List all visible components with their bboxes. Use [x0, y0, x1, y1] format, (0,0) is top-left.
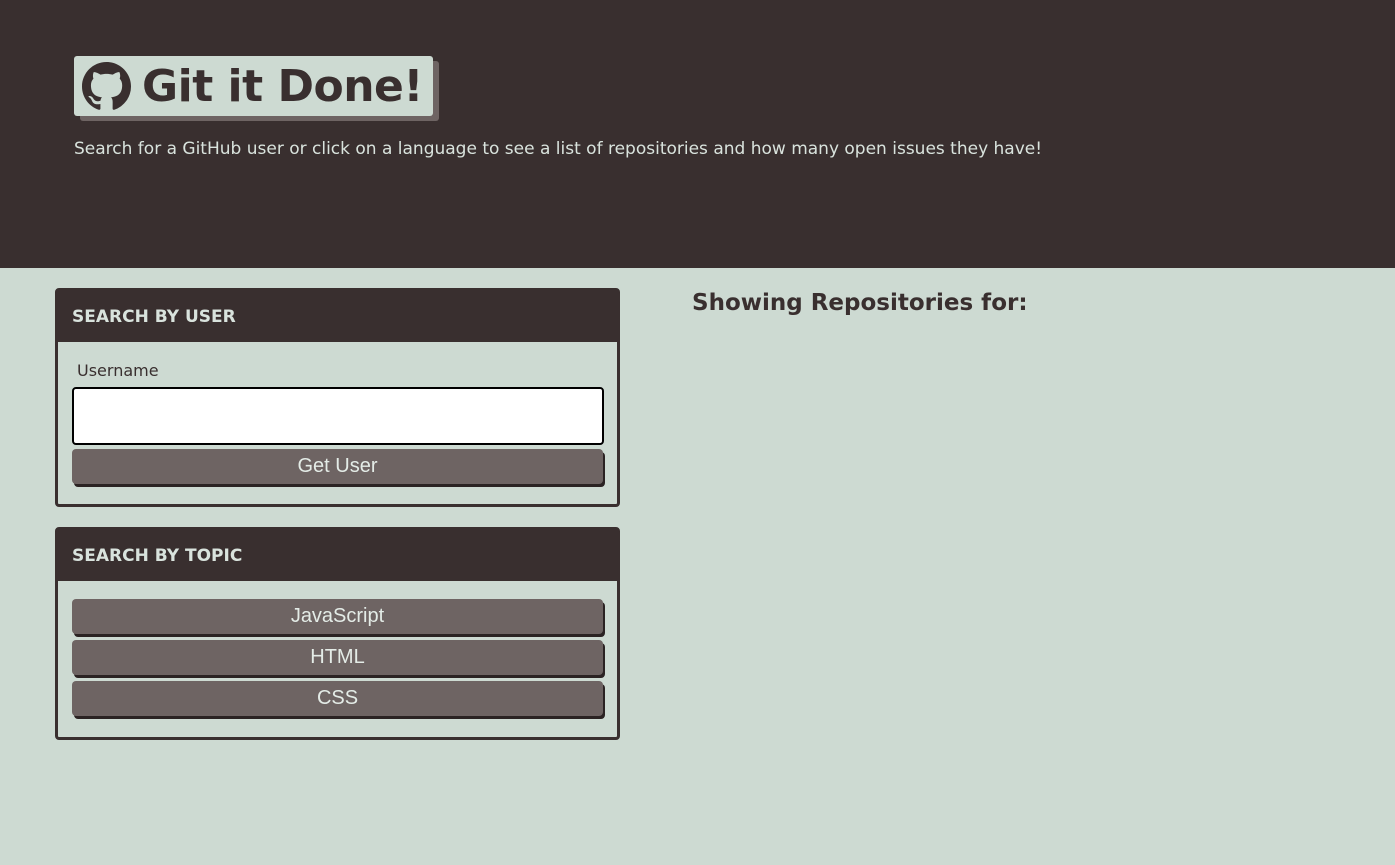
- search-by-user-heading: SEARCH BY USER: [58, 291, 617, 342]
- repositories-heading: Showing Repositories for:: [692, 290, 1028, 316]
- search-by-user-card: SEARCH BY USER Username Get User: [55, 288, 620, 507]
- app-subtitle: Search for a GitHub user or click on a l…: [74, 139, 1043, 159]
- language-button-html[interactable]: HTML: [72, 640, 603, 675]
- username-input[interactable]: [72, 387, 604, 445]
- search-by-topic-heading: SEARCH BY TOPIC: [58, 530, 617, 581]
- username-label: Username: [77, 361, 159, 380]
- language-button-css[interactable]: CSS: [72, 681, 603, 716]
- search-by-topic-card: SEARCH BY TOPIC JavaScript HTML CSS: [55, 527, 620, 740]
- brand-badge: Git it Done!: [74, 56, 433, 116]
- app-title: Git it Done!: [142, 60, 423, 112]
- language-button-javascript[interactable]: JavaScript: [72, 599, 603, 634]
- hero-header: Git it Done! Search for a GitHub user or…: [0, 0, 1395, 268]
- get-user-button[interactable]: Get User: [72, 449, 603, 484]
- github-octocat-icon: [82, 61, 131, 111]
